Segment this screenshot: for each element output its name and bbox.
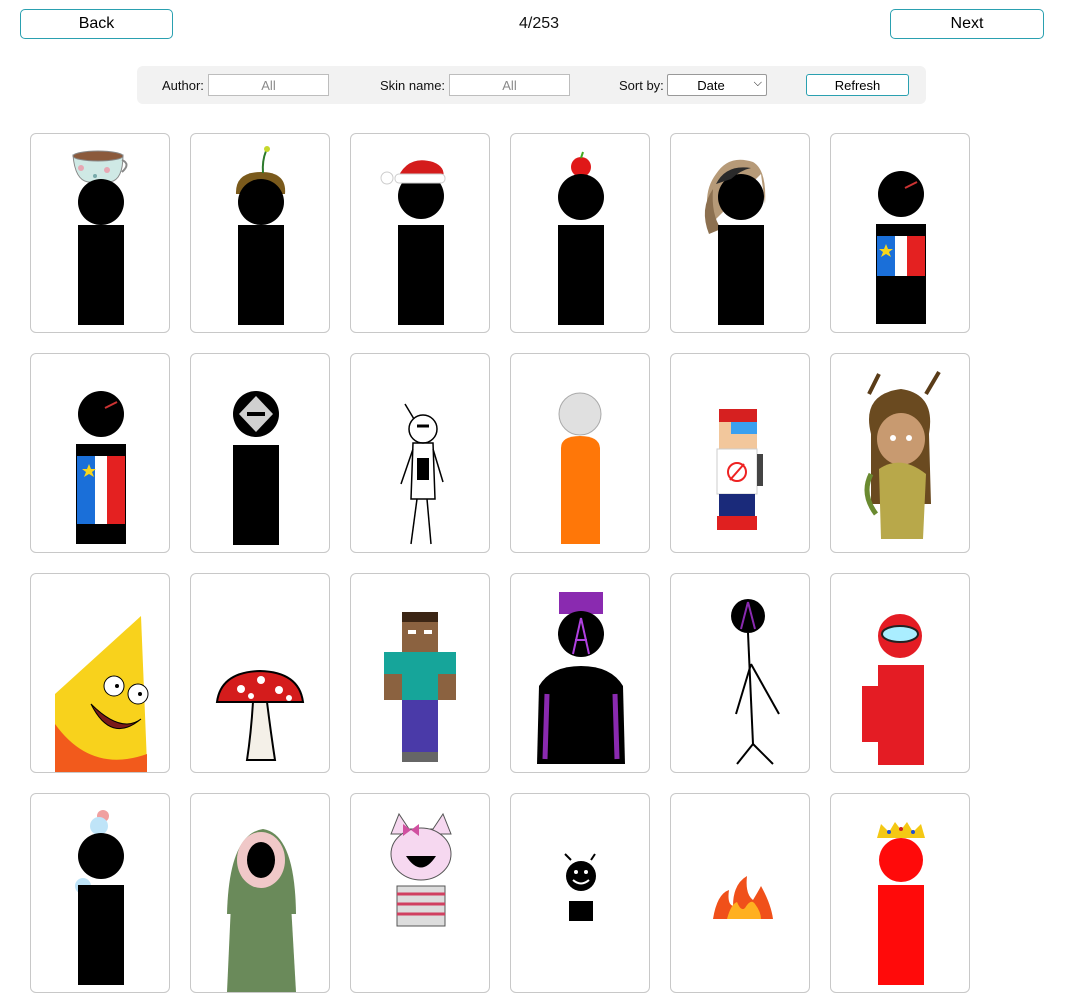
red-visor-skin-icon	[862, 614, 924, 765]
skin-card[interactable]	[670, 793, 810, 993]
sprout-hair-skin-icon	[235, 146, 286, 325]
purple-crown-cloak-skin-icon	[537, 592, 625, 764]
acadian-flag-jacket-skin-icon	[876, 171, 926, 324]
skin-card[interactable]	[830, 793, 970, 993]
skin-card[interactable]	[190, 573, 330, 773]
ponytail-hair-skin-icon	[704, 159, 766, 325]
skin-card[interactable]	[830, 353, 970, 553]
skin-name-label: Skin name:	[380, 78, 446, 93]
skin-card[interactable]	[30, 793, 170, 993]
apple-head-skin-icon	[558, 151, 604, 325]
forest-girl-skin-icon	[864, 370, 941, 539]
skin-card[interactable]	[190, 353, 330, 553]
skin-card[interactable]	[510, 573, 650, 773]
outline-doodle-skin-icon	[400, 403, 444, 545]
skin-card[interactable]	[30, 133, 170, 333]
skin-card[interactable]	[190, 793, 330, 993]
diamond-mask-skin-icon	[233, 391, 279, 545]
skin-card[interactable]	[350, 133, 490, 333]
skin-card[interactable]	[350, 353, 490, 553]
skin-card[interactable]	[670, 133, 810, 333]
skin-card[interactable]	[670, 353, 810, 553]
smiley-face-skin-icon	[564, 853, 596, 921]
skin-card[interactable]	[30, 573, 170, 773]
sort-by-value: Date	[697, 78, 725, 93]
skin-card[interactable]	[510, 793, 650, 993]
sort-by-select[interactable]: Date ⌵	[667, 74, 767, 96]
skin-card[interactable]	[830, 133, 970, 333]
back-button[interactable]: Back	[20, 9, 173, 39]
cartoon-kid-skin-icon	[55, 616, 149, 772]
ice-cream-hat-skin-icon	[75, 810, 124, 985]
skin-card[interactable]	[510, 133, 650, 333]
blocky-character-skin-icon	[384, 612, 456, 762]
red-crown-skin-icon	[877, 822, 925, 985]
skin-card[interactable]	[350, 573, 490, 773]
skin-card[interactable]	[670, 573, 810, 773]
refresh-button[interactable]: Refresh	[806, 74, 909, 96]
orange-figure-skin-icon	[558, 392, 602, 544]
skin-card[interactable]	[510, 353, 650, 553]
skin-card[interactable]	[30, 353, 170, 553]
skin-name-input[interactable]	[449, 74, 570, 96]
filter-bar: Author: Skin name: Sort by: Date ⌵ Refre…	[137, 66, 926, 104]
chevron-down-icon: ⌵	[753, 77, 762, 89]
author-label: Author:	[162, 78, 204, 93]
author-input[interactable]	[208, 74, 329, 96]
red-mushroom-skin-icon	[215, 669, 305, 761]
next-button[interactable]: Next	[890, 9, 1044, 39]
acadian-flag-jacket-skin-2-icon	[76, 391, 126, 544]
green-hood-skin-icon	[227, 829, 296, 992]
santa-hat-skin-icon	[380, 160, 446, 325]
skin-card[interactable]	[830, 573, 970, 773]
pink-cat-girl-skin-icon	[390, 812, 452, 927]
teacup-hat-skin-icon	[72, 150, 128, 325]
skin-card[interactable]	[190, 133, 330, 333]
fire-skin-icon	[713, 876, 773, 919]
skin-card[interactable]	[350, 793, 490, 993]
pixel-rapper-skin-icon	[716, 409, 763, 530]
stick-figure-skin-icon	[731, 599, 780, 765]
sort-by-label: Sort by:	[619, 78, 664, 93]
